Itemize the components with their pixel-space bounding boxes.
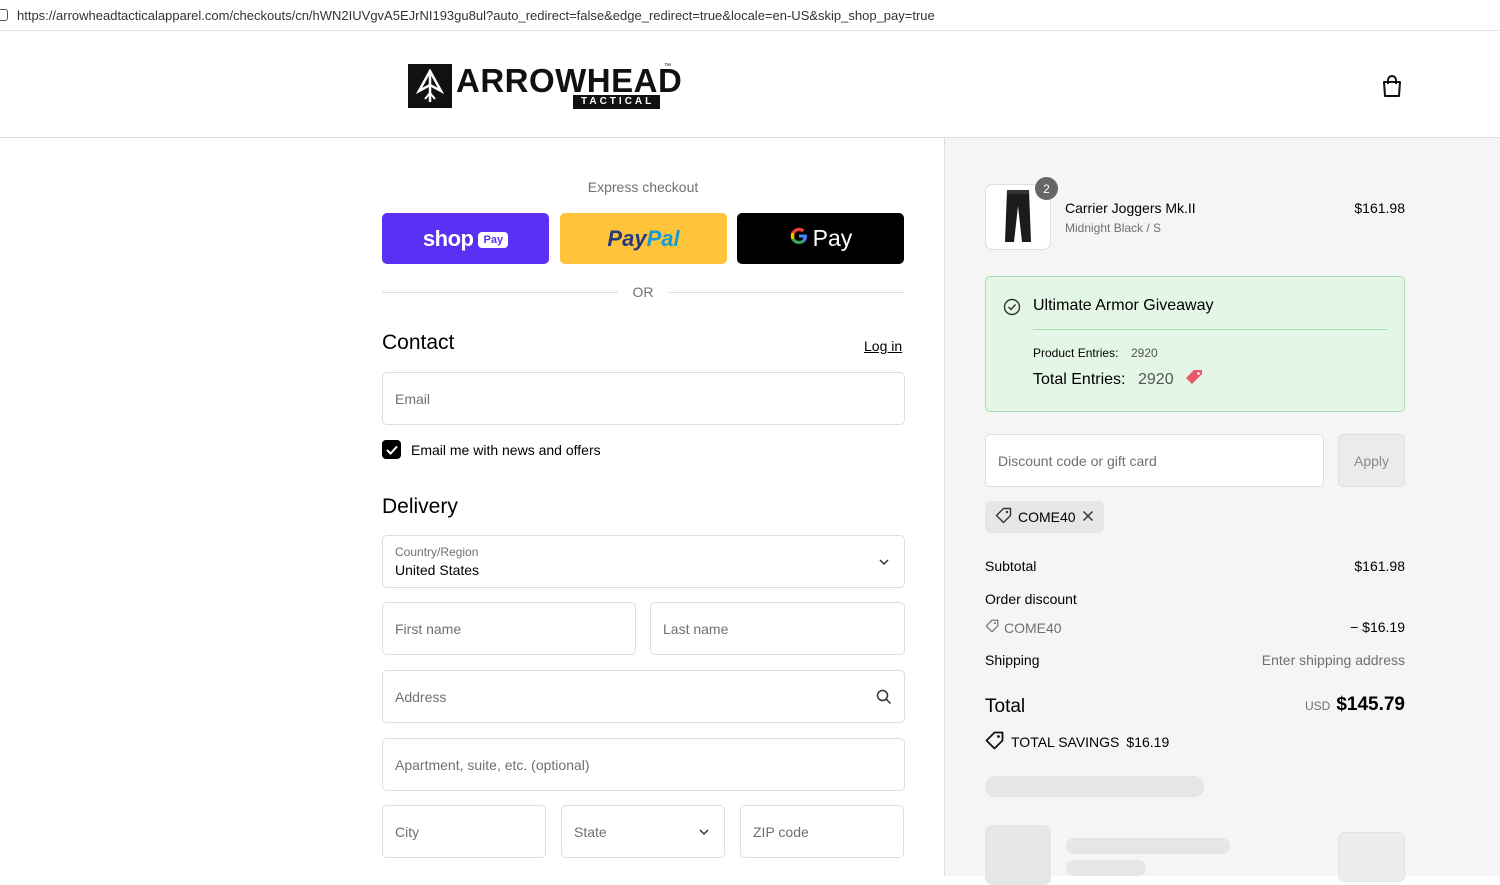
country-select[interactable]: Country/Region United States bbox=[382, 535, 905, 588]
contact-heading: Contact bbox=[382, 331, 455, 354]
state-select[interactable]: State bbox=[561, 805, 725, 858]
quantity-badge: 2 bbox=[1035, 177, 1058, 200]
shop-pay-word: shop bbox=[422, 225, 474, 251]
currency-code: USD bbox=[1304, 699, 1331, 713]
savings-value: $16.19 bbox=[1126, 734, 1170, 750]
last-name-field[interactable]: Last name bbox=[650, 602, 905, 655]
paypal-word-1: Pay bbox=[607, 225, 647, 251]
discount-placeholder: Discount code or gift card bbox=[998, 452, 1157, 469]
loading-skeleton-button bbox=[1338, 832, 1405, 882]
check-circle-icon bbox=[1003, 298, 1021, 321]
chevron-down-icon bbox=[864, 558, 904, 566]
savings-label: TOTAL SAVINGS bbox=[1011, 734, 1120, 750]
loading-skeleton-thumb bbox=[985, 825, 1051, 885]
ticket-icon bbox=[1184, 368, 1204, 391]
newsletter-checkbox-row[interactable]: Email me with news and offers bbox=[382, 440, 601, 459]
checkout-header: ARROWHEAD TACTICAL ™ bbox=[0, 35, 1500, 138]
tag-icon bbox=[985, 619, 999, 636]
total-amount: $145.79 bbox=[1336, 694, 1405, 715]
total-entries-value: 2920 bbox=[1138, 371, 1174, 388]
or-divider-left bbox=[382, 292, 618, 293]
country-value: United States bbox=[395, 562, 480, 578]
discount-code-line: COME40 bbox=[985, 619, 1062, 636]
applied-code-text: COME40 bbox=[1018, 509, 1076, 525]
shipping-label: Shipping bbox=[985, 652, 1040, 668]
url-text[interactable]: https://arrowheadtacticalapparel.com/che… bbox=[17, 8, 935, 23]
apply-button[interactable]: Apply bbox=[1338, 434, 1405, 487]
store-logo[interactable]: ARROWHEAD TACTICAL ™ bbox=[408, 62, 683, 109]
loading-skeleton-line bbox=[1066, 860, 1146, 876]
applied-discount-chip: COME40 bbox=[985, 501, 1104, 533]
giveaway-divider bbox=[1033, 329, 1387, 330]
logo-subtitle: TACTICAL bbox=[573, 95, 661, 109]
delivery-heading: Delivery bbox=[382, 495, 458, 518]
email-field[interactable]: Email bbox=[382, 372, 905, 425]
discount-code-name: COME40 bbox=[1004, 619, 1062, 636]
total-label: Total bbox=[985, 696, 1026, 717]
loading-skeleton bbox=[985, 776, 1204, 797]
total-savings-row: TOTAL SAVINGS $16.19 bbox=[985, 731, 1169, 753]
logo-trademark: ™ bbox=[664, 63, 671, 70]
total-entries-label: Total Entries: bbox=[1033, 371, 1126, 388]
express-checkout-label: Express checkout bbox=[587, 179, 699, 195]
address-field[interactable]: Address bbox=[382, 670, 905, 723]
shopping-bag-icon[interactable] bbox=[1381, 74, 1403, 98]
loading-skeleton-line bbox=[1066, 838, 1230, 854]
checkmark-icon bbox=[385, 445, 398, 455]
giveaway-title: Ultimate Armor Giveaway bbox=[1033, 297, 1214, 314]
site-info-icon[interactable] bbox=[0, 9, 8, 21]
google-pay-button[interactable]: Pay bbox=[737, 213, 904, 264]
first-name-placeholder: First name bbox=[395, 620, 462, 637]
shop-pay-button[interactable]: shop Pay bbox=[382, 213, 549, 264]
paypal-word-2: Pal bbox=[646, 225, 680, 251]
city-field[interactable]: City bbox=[382, 805, 546, 858]
newsletter-label: Email me with news and offers bbox=[411, 441, 601, 458]
search-icon[interactable] bbox=[864, 689, 904, 705]
total-value-group: USD $145.79 bbox=[1250, 694, 1405, 716]
paypal-button[interactable]: Pay Pal bbox=[560, 213, 727, 264]
product-entries-label: Product Entries: bbox=[1033, 346, 1119, 360]
first-name-field[interactable]: First name bbox=[382, 602, 636, 655]
newsletter-checkbox[interactable] bbox=[382, 440, 401, 459]
zip-field[interactable]: ZIP code bbox=[740, 805, 904, 858]
joggers-image bbox=[1005, 190, 1031, 242]
address-placeholder: Address bbox=[395, 688, 447, 705]
shop-pay-badge: Pay bbox=[478, 232, 509, 248]
login-link[interactable]: Log in bbox=[864, 338, 902, 354]
browser-url-bar[interactable]: https://arrowheadtacticalapparel.com/che… bbox=[0, 0, 1500, 31]
apartment-field[interactable]: Apartment, suite, etc. (optional) bbox=[382, 738, 905, 791]
shipping-value: Enter shipping address bbox=[1261, 652, 1405, 668]
chevron-down-icon bbox=[684, 828, 724, 836]
google-g-icon bbox=[789, 225, 809, 253]
remove-discount-icon[interactable] bbox=[1082, 509, 1094, 525]
or-label: OR bbox=[632, 284, 654, 300]
apartment-placeholder: Apartment, suite, etc. (optional) bbox=[395, 756, 590, 773]
tag-icon bbox=[995, 507, 1012, 527]
or-divider-right bbox=[669, 292, 904, 293]
savings-tag-icon bbox=[985, 731, 1004, 753]
email-placeholder: Email bbox=[395, 390, 431, 407]
subtotal-value: $161.98 bbox=[1354, 558, 1405, 574]
state-placeholder: State bbox=[574, 823, 607, 840]
order-discount-label: Order discount bbox=[985, 591, 1077, 607]
discount-code-input[interactable]: Discount code or gift card bbox=[985, 434, 1324, 487]
zip-placeholder: ZIP code bbox=[753, 823, 809, 840]
city-placeholder: City bbox=[395, 823, 420, 840]
product-entries-value: 2920 bbox=[1131, 346, 1158, 360]
last-name-placeholder: Last name bbox=[663, 620, 729, 637]
logo-wordmark: ARROWHEAD bbox=[456, 62, 683, 99]
product-name: Carrier Joggers Mk.II bbox=[1065, 200, 1196, 216]
discount-value: − $16.19 bbox=[1350, 619, 1405, 635]
country-label: Country/Region bbox=[395, 545, 479, 559]
google-pay-word: Pay bbox=[812, 225, 853, 251]
arrowhead-logo-icon bbox=[408, 64, 452, 108]
subtotal-label: Subtotal bbox=[985, 558, 1037, 574]
product-variant: Midnight Black / S bbox=[1065, 221, 1162, 235]
product-price: $161.98 bbox=[1354, 200, 1405, 216]
